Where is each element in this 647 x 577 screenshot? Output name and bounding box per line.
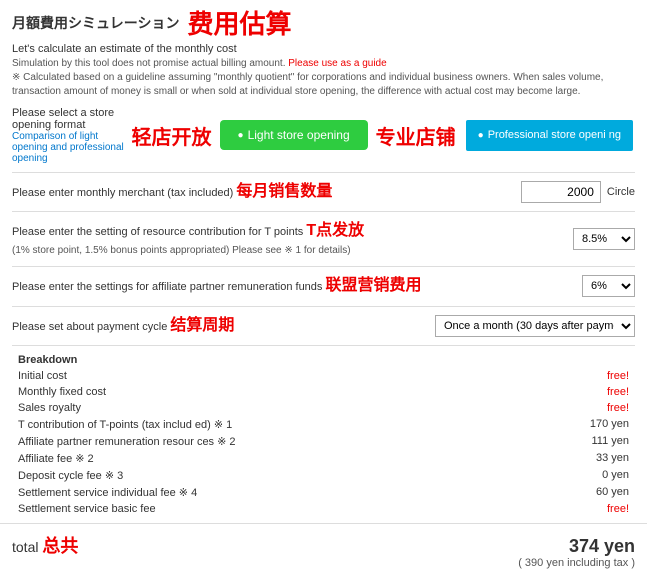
affiliate-select[interactable]: 3% 6% 9% 12% <box>582 275 635 297</box>
breakdown-item-name: Monthly fixed cost <box>12 384 417 400</box>
breakdown-item-name: Sales royalty <box>12 400 417 416</box>
table-row: Settlement service individual fee ※ 4 60… <box>12 484 635 501</box>
breakdown-item-name: Affiliate fee ※ 2 <box>12 450 417 467</box>
breakdown-item-value: 111 yen <box>417 433 635 450</box>
table-row: Affiliate fee ※ 2 33 yen <box>12 450 635 467</box>
table-row: Monthly fixed cost free! <box>12 384 635 400</box>
monthly-merchant-cn-label: 每月销售数量 <box>236 183 332 200</box>
total-label-text: total <box>12 539 38 555</box>
breakdown-item-value: free! <box>417 368 635 384</box>
payment-cycle-cn-label: 结算周期 <box>170 317 234 334</box>
cn-title: 费用估算 <box>187 4 291 41</box>
professional-store-button[interactable]: Professional store openi ng <box>464 118 635 152</box>
warning-detail: ※ Calculated based on a guideline assumi… <box>12 72 603 97</box>
monthly-merchant-unit: Circle <box>607 186 635 198</box>
monthly-merchant-section: Please enter monthly merchant (tax inclu… <box>12 173 635 212</box>
warning-prefix: Simulation by this tool does not promise… <box>12 58 285 69</box>
monthly-merchant-input[interactable] <box>521 181 601 203</box>
table-row: Deposit cycle fee ※ 3 0 yen <box>12 467 635 484</box>
t-points-cn-label: T点发放 <box>306 222 364 239</box>
store-format-section: Please select a store opening format Com… <box>12 99 635 173</box>
breakdown-item-name: Deposit cycle fee ※ 3 <box>12 467 417 484</box>
light-store-button[interactable]: Light store opening <box>220 120 368 150</box>
payment-cycle-label: Please set about payment cycle <box>12 321 167 333</box>
breakdown-item-value: free! <box>417 384 635 400</box>
breakdown-item-value: 0 yen <box>417 467 635 484</box>
monthly-merchant-label: Please enter monthly merchant (tax inclu… <box>12 187 233 199</box>
breakdown-item-value: 33 yen <box>417 450 635 467</box>
store-format-label: Please select a store opening format Com… <box>12 107 132 164</box>
total-amount: 374 yen <box>569 536 635 556</box>
table-row: Settlement service basic fee free! <box>12 501 635 517</box>
total-tax-note: ( 390 yen including tax ) <box>518 557 635 569</box>
breakdown-item-value: free! <box>417 400 635 416</box>
affiliate-cn-label: 联盟营销费用 <box>326 277 422 294</box>
breakdown-table: Breakdown Initial cost free! Monthly fix… <box>12 352 635 517</box>
breakdown-item-value: 60 yen <box>417 484 635 501</box>
table-row: Sales royalty free! <box>12 400 635 416</box>
total-row: total 总共 374 yen ( 390 yen including tax… <box>0 523 647 577</box>
table-row: T contribution of T-points (tax includ e… <box>12 416 635 433</box>
breakdown-item-name: Affiliate partner remuneration resour ce… <box>12 433 417 450</box>
breakdown-item-value: 170 yen <box>417 416 635 433</box>
payment-cycle-section: Please set about payment cycle 结算周期 Once… <box>12 307 635 346</box>
breakdown-item-name: Settlement service basic fee <box>12 501 417 517</box>
breakdown-header: Breakdown <box>18 354 77 366</box>
breakdown-item-value: free! <box>417 501 635 517</box>
cn-light-label: 轻店开放 <box>132 121 212 150</box>
affiliate-section: Please enter the settings for affiliate … <box>12 267 635 306</box>
t-points-section: Please enter the setting of resource con… <box>12 212 635 267</box>
table-row: Initial cost free! <box>12 368 635 384</box>
t-points-select[interactable]: 8.5% 9.0% 9.5% 10.0% <box>573 228 635 250</box>
affiliate-label: Please enter the settings for affiliate … <box>12 281 322 293</box>
total-cn-label: 总共 <box>42 536 78 556</box>
breakdown-item-name: T contribution of T-points (tax includ e… <box>12 416 417 433</box>
payment-cycle-select[interactable]: Once a month (30 days after payment: 1 <box>435 315 635 337</box>
store-format-link[interactable]: Comparison of light opening and professi… <box>12 131 132 164</box>
table-row: Affiliate partner remuneration resour ce… <box>12 433 635 450</box>
breakdown-item-name: Settlement service individual fee ※ 4 <box>12 484 417 501</box>
breakdown-item-name: Initial cost <box>12 368 417 384</box>
t-points-label: Please enter the setting of resource con… <box>12 226 303 238</box>
subtitle: Let's calculate an estimate of the month… <box>12 43 635 55</box>
warning-link: Please use as a guide <box>288 58 386 69</box>
cn-professional-label: 专业店铺 <box>376 121 456 150</box>
t-points-sublabel: (1% store point, 1.5% bonus points appro… <box>12 245 351 256</box>
breakdown-section: Breakdown Initial cost free! Monthly fix… <box>12 346 635 523</box>
jp-title: 月額費用シミュレーション <box>12 13 179 33</box>
warning-row: Simulation by this tool does not promise… <box>12 57 635 99</box>
